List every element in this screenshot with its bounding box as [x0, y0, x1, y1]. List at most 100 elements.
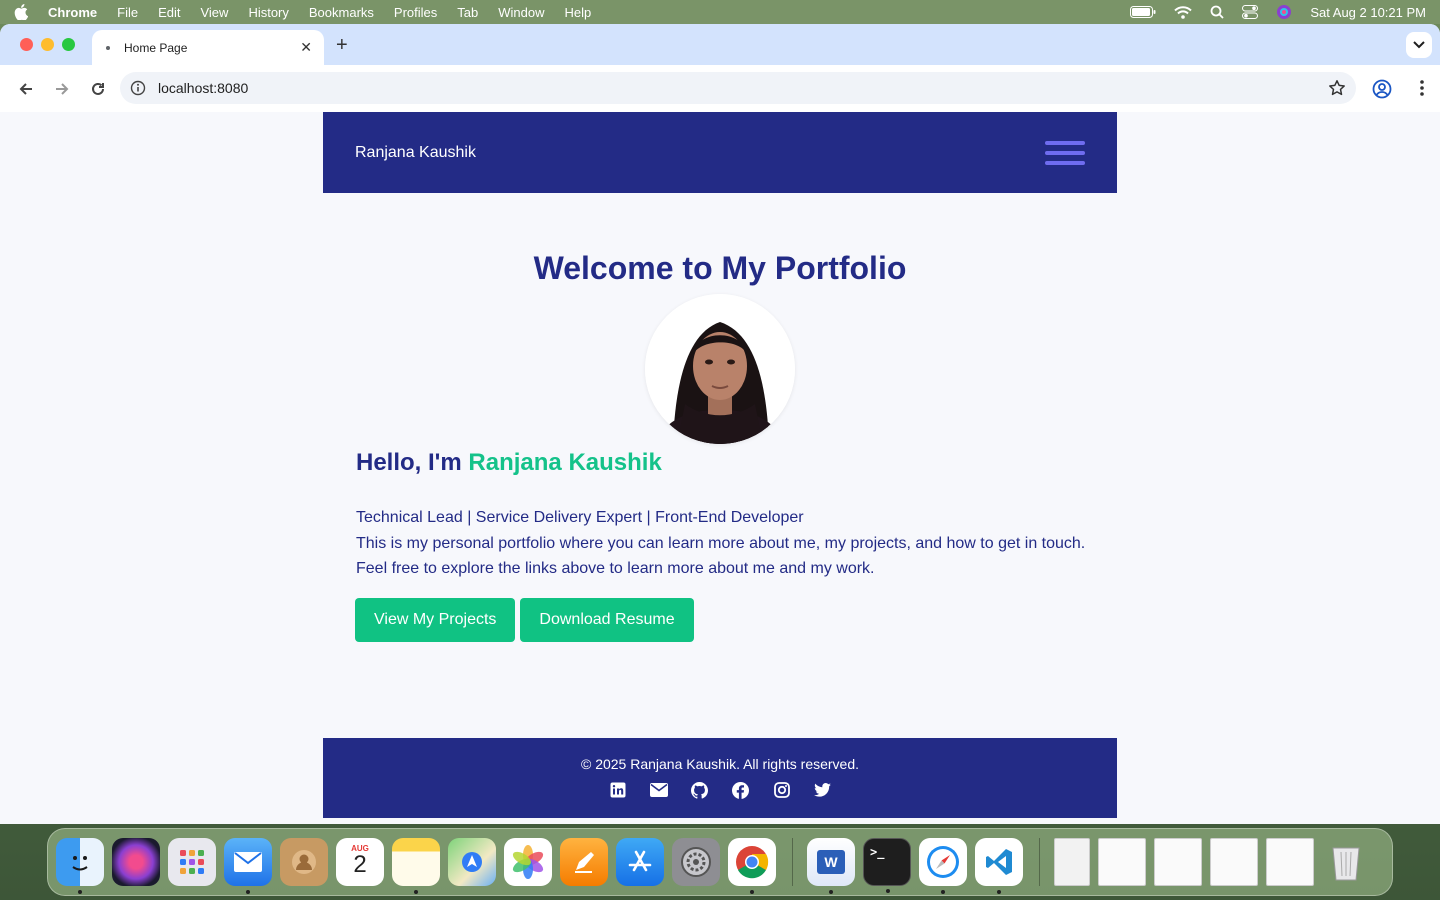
social-links [323, 780, 1117, 800]
dock-document-1[interactable] [1054, 838, 1090, 886]
facebook-icon[interactable] [731, 780, 751, 800]
dock-notes[interactable] [392, 838, 440, 894]
menu-profiles[interactable]: Profiles [394, 5, 437, 20]
address-bar[interactable]: localhost:8080 [120, 72, 1356, 104]
menu-history[interactable]: History [248, 5, 288, 20]
macos-dock: AUG 2 W >_ [47, 828, 1393, 896]
browser-menu-icon[interactable] [1420, 79, 1424, 102]
app-store-icon [628, 850, 652, 872]
tab-search-button[interactable] [1406, 32, 1432, 58]
hero-buttons: View My Projects Download Resume [355, 598, 694, 642]
chrome-icon [736, 846, 769, 879]
mail-icon[interactable] [649, 780, 669, 800]
photos-icon [512, 845, 544, 879]
profile-avatar-icon[interactable] [1372, 79, 1392, 104]
dock-system-settings[interactable] [672, 838, 720, 886]
linkedin-icon[interactable] [608, 780, 628, 800]
dock-photos[interactable] [504, 838, 552, 886]
menubar-clock[interactable]: Sat Aug 2 10:21 PM [1310, 5, 1426, 20]
dock-finder[interactable] [56, 838, 104, 894]
dock-document-4[interactable] [1210, 838, 1258, 886]
maps-icon [462, 852, 482, 872]
twitter-icon[interactable] [813, 780, 833, 800]
hello-heading: Hello, I'm Ranjana Kaushik [356, 449, 662, 477]
hamburger-menu-icon[interactable] [1045, 140, 1085, 165]
site-footer: © 2025 Ranjana Kaushik. All rights reser… [323, 738, 1117, 818]
url-text[interactable]: localhost:8080 [158, 80, 248, 96]
site-header: Ranjana Kaushik [323, 112, 1117, 193]
tab-strip: Home Page ✕ + [0, 24, 1440, 65]
launchpad-grid-icon [180, 850, 204, 874]
apple-logo-icon[interactable] [14, 4, 30, 20]
chevron-down-icon [1413, 41, 1425, 49]
web-page: Ranjana Kaushik Welcome to My Portfolio … [0, 112, 1440, 824]
macos-menubar: Chrome File Edit View History Bookmarks … [0, 0, 1440, 24]
menu-file[interactable]: File [117, 5, 138, 20]
reload-button[interactable] [82, 73, 114, 105]
terminal-prompt-icon: >_ [870, 845, 885, 859]
hello-name: Ranjana Kaushik [468, 449, 662, 476]
dock-safari[interactable] [919, 838, 967, 894]
menu-tab[interactable]: Tab [457, 5, 478, 20]
site-info-icon[interactable] [130, 80, 146, 96]
dock-chrome[interactable] [728, 838, 776, 894]
dock-app-store[interactable] [616, 838, 664, 886]
dock-trash[interactable] [1322, 838, 1370, 886]
wifi-icon[interactable] [1174, 5, 1193, 19]
dock-document-2[interactable] [1098, 838, 1146, 886]
mail-app-icon [234, 852, 262, 872]
arrow-left-icon [19, 82, 32, 95]
calendar-day: 2 [353, 850, 367, 878]
hello-prefix: Hello, I'm [356, 449, 469, 476]
dock-document-5[interactable] [1266, 838, 1314, 886]
view-projects-button[interactable]: View My Projects [355, 598, 516, 642]
forward-button[interactable] [46, 73, 78, 105]
dock-terminal[interactable]: >_ [863, 838, 911, 893]
dock-siri[interactable] [112, 838, 160, 886]
spotlight-search-icon[interactable] [1210, 5, 1224, 19]
dock-launchpad[interactable] [168, 838, 216, 886]
control-center-icon[interactable] [1242, 5, 1259, 19]
dock-contacts[interactable] [280, 838, 328, 886]
finder-icon [72, 856, 88, 871]
dock-vscode[interactable] [975, 838, 1023, 894]
arrow-right-icon [56, 82, 69, 95]
site-brand[interactable]: Ranjana Kaushik [355, 144, 476, 162]
menu-bookmarks[interactable]: Bookmarks [309, 5, 374, 20]
intro-line-1: This is my personal portfolio where you … [356, 534, 1086, 552]
dock-mail[interactable] [224, 838, 272, 894]
dock-document-3[interactable] [1154, 838, 1202, 886]
download-resume-button[interactable]: Download Resume [520, 598, 694, 642]
minimize-window-button[interactable] [41, 38, 54, 51]
instagram-icon[interactable] [772, 780, 792, 800]
maximize-window-button[interactable] [62, 38, 75, 51]
trash-icon [1332, 847, 1360, 881]
dock-word[interactable]: W [807, 838, 855, 894]
dock-separator [792, 838, 793, 886]
vscode-icon [986, 849, 1012, 875]
menu-window[interactable]: Window [498, 5, 544, 20]
back-button[interactable] [10, 73, 42, 105]
new-tab-icon[interactable]: + [336, 34, 348, 57]
hero-title: Welcome to My Portfolio [533, 250, 907, 286]
dock-calendar[interactable]: AUG 2 [336, 838, 384, 886]
tab-home-page[interactable]: Home Page ✕ [92, 30, 324, 65]
tab-title: Home Page [124, 40, 188, 55]
intro-text: Technical Lead | Service Delivery Expert… [356, 505, 1085, 582]
menu-view[interactable]: View [200, 5, 228, 20]
dock-separator-2 [1039, 838, 1040, 886]
dock-pages[interactable] [560, 838, 608, 886]
dock-maps[interactable] [448, 838, 496, 886]
close-window-button[interactable] [20, 38, 33, 51]
menu-edit[interactable]: Edit [158, 5, 180, 20]
window-controls [20, 38, 75, 51]
browser-toolbar: localhost:8080 [0, 65, 1440, 112]
siri-icon[interactable] [1276, 4, 1292, 20]
pages-pen-icon [575, 852, 594, 873]
github-icon[interactable] [690, 780, 710, 800]
menu-help[interactable]: Help [565, 5, 592, 20]
bookmark-star-icon[interactable] [1328, 79, 1346, 97]
close-tab-icon[interactable]: ✕ [300, 39, 312, 56]
menu-app-name[interactable]: Chrome [48, 5, 97, 20]
battery-icon[interactable] [1130, 6, 1156, 18]
